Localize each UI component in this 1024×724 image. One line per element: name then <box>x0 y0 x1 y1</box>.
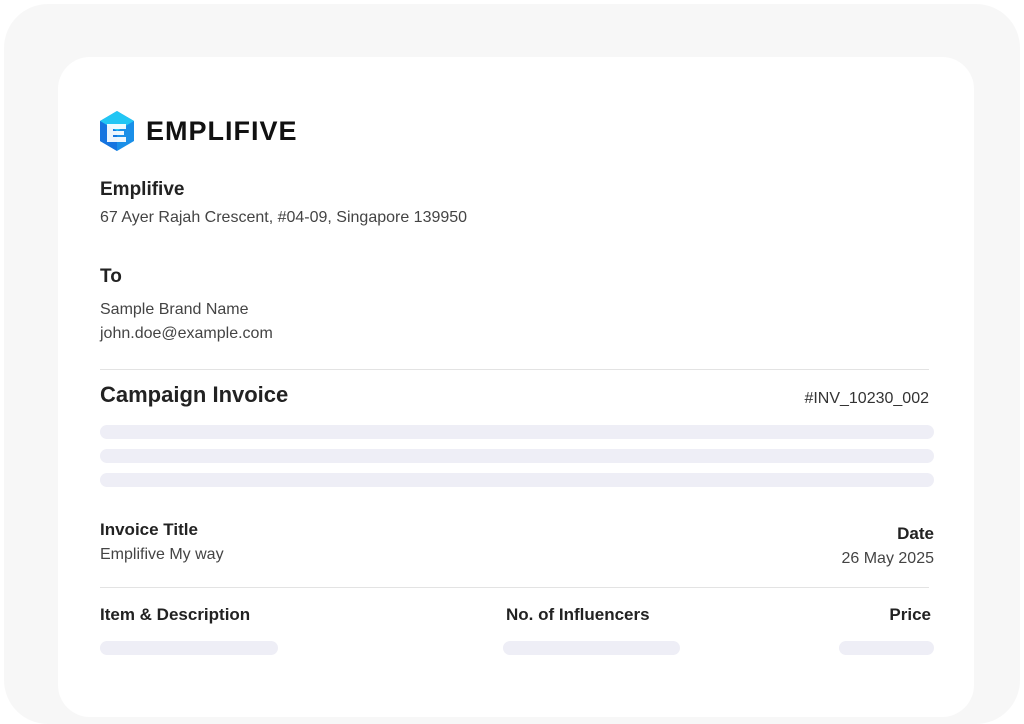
invoice-number: #INV_10230_002 <box>804 390 929 407</box>
recipient-label: To <box>100 266 122 287</box>
column-header-item: Item & Description <box>100 605 251 624</box>
brand-logo-text: EMPLIFIVE <box>146 116 298 146</box>
invoice-heading: Campaign Invoice <box>100 382 289 407</box>
column-header-price: Price <box>889 605 931 624</box>
recipient-email: john.doe@example.com <box>100 325 273 342</box>
emplifive-hex-logo-icon <box>98 110 136 152</box>
recipient-name: Sample Brand Name <box>100 301 249 318</box>
brand-logo: EMPLIFIVE <box>98 110 298 152</box>
sender-name: Emplifive <box>100 179 185 200</box>
placeholder-influencers <box>503 641 680 655</box>
column-header-influencers: No. of Influencers <box>506 605 650 624</box>
invoice-date-value: 26 May 2025 <box>841 550 934 567</box>
divider-middle <box>100 587 929 588</box>
invoice-title-value: Emplifive My way <box>100 546 224 563</box>
placeholder-item <box>100 641 278 655</box>
sender-address: 67 Ayer Rajah Crescent, #04-09, Singapor… <box>100 209 468 226</box>
placeholder-price <box>839 641 934 655</box>
invoice-date-label: Date <box>897 524 934 543</box>
placeholder-line <box>100 473 934 487</box>
divider-top <box>100 369 929 370</box>
placeholder-line <box>100 425 934 439</box>
invoice-title-label: Invoice Title <box>100 520 198 539</box>
placeholder-line <box>100 449 934 463</box>
